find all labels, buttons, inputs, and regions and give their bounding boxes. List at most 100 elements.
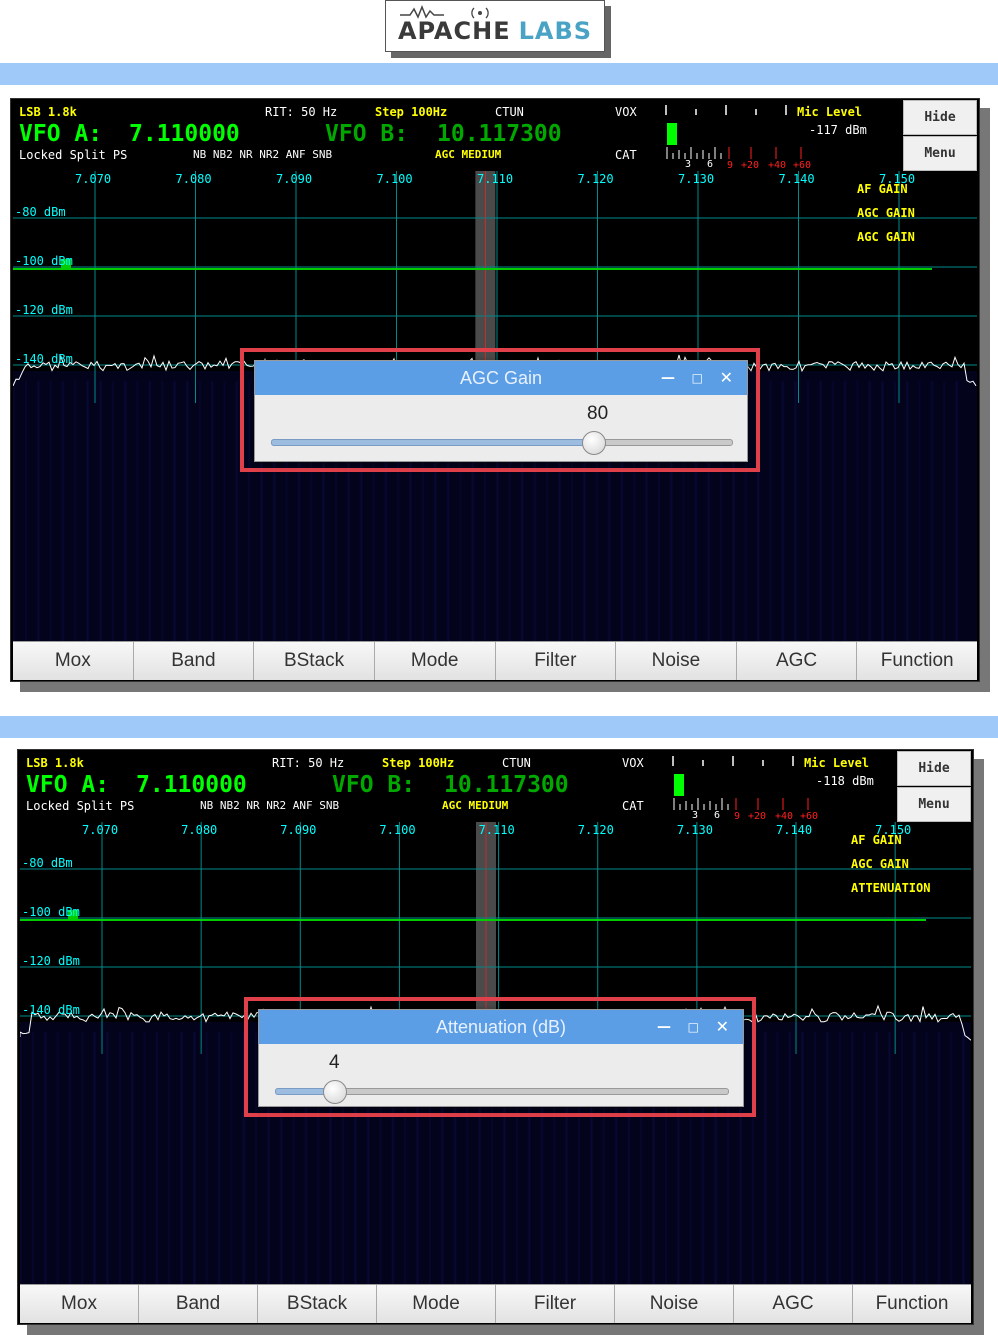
waterfall-streak: [94, 1032, 97, 1284]
logo-brand: APACHE: [397, 17, 511, 45]
close-icon[interactable]: ✕: [720, 361, 733, 395]
freq-label: 7.090: [280, 823, 316, 837]
waterfall-streak: [876, 1032, 879, 1284]
agc-button[interactable]: AGC: [734, 1285, 853, 1323]
close-icon[interactable]: ✕: [716, 1010, 729, 1044]
function-button[interactable]: Function: [857, 642, 977, 680]
waterfall-streak: [186, 381, 189, 641]
overlay-label: AGC GAIN: [857, 230, 915, 244]
freq-label: 7.100: [379, 823, 415, 837]
waterfall-streak: [795, 381, 798, 641]
sdr-panel-agc-gain: LSB 1.8k RIT: 50 Hz Step 100Hz CTUN VOX …: [10, 98, 980, 682]
db-label: -80 dBm: [15, 205, 66, 219]
waterfall-streak: [24, 381, 27, 641]
waterfall-streak: [218, 1032, 221, 1284]
dialog-title-bar[interactable]: AGC Gain — □ ✕: [255, 361, 747, 395]
db-label: -120 dBm: [22, 954, 80, 968]
hide-button[interactable]: Hide: [897, 751, 971, 786]
freq-label: 7.110: [477, 172, 513, 186]
waterfall-streak: [893, 381, 896, 641]
meter-scale-6: 6: [714, 810, 721, 821]
filter-button[interactable]: Filter: [496, 1285, 615, 1323]
waterfall-streak: [782, 381, 785, 641]
minimize-icon[interactable]: —: [661, 361, 675, 395]
bstack-button[interactable]: BStack: [254, 642, 375, 680]
waterfall-streak: [161, 381, 164, 641]
signal-wave-icon: [400, 5, 489, 19]
meter-scale-3: 3: [685, 159, 692, 170]
waterfall-streak: [131, 1032, 134, 1284]
separator-bar-top: [0, 63, 998, 85]
hide-button[interactable]: Hide: [903, 100, 977, 135]
slider-value: 80: [587, 403, 609, 424]
mox-button[interactable]: Mox: [13, 642, 134, 680]
waterfall-streak: [31, 1032, 34, 1284]
waterfall-streak: [776, 1032, 779, 1284]
waterfall-streak: [900, 1032, 903, 1284]
waterfall-streak: [956, 381, 959, 641]
waterfall-streak: [789, 1032, 792, 1284]
mode-button[interactable]: Mode: [374, 642, 496, 680]
waterfall-streak: [913, 1032, 916, 1284]
mox-button[interactable]: Mox: [20, 1285, 139, 1323]
filter-button[interactable]: Filter: [495, 642, 617, 680]
slider-handle[interactable]: [322, 1080, 347, 1104]
slider-dialog: Attenuation (dB) — □ ✕ 4: [258, 1009, 744, 1107]
waterfall-streak: [62, 381, 65, 641]
noise-button[interactable]: Noise: [615, 1285, 734, 1323]
slider-fill: [271, 439, 595, 446]
waterfall-streak: [814, 1032, 816, 1284]
noise-button[interactable]: Noise: [616, 642, 737, 680]
waterfall-streak: [74, 381, 77, 641]
mic-level-bar: [674, 774, 684, 796]
waterfall-streak: [851, 1032, 854, 1284]
waterfall-streak: [143, 1032, 146, 1284]
bstack-button[interactable]: BStack: [258, 1285, 377, 1323]
waterfall-streak: [181, 1032, 183, 1284]
meter-scale-6: 6: [707, 159, 714, 170]
slider-value: 4: [329, 1052, 340, 1073]
maximize-icon[interactable]: □: [688, 1010, 699, 1044]
overlay-label: ATTENUATION: [851, 881, 930, 895]
function-button[interactable]: Function: [853, 1285, 971, 1323]
menu-button[interactable]: Menu: [897, 787, 971, 822]
freq-label: 7.090: [276, 172, 312, 186]
freq-label: 7.100: [377, 172, 413, 186]
agc-button[interactable]: AGC: [736, 642, 858, 680]
waterfall-streak: [174, 381, 176, 641]
overlay-label: AGC GAIN: [851, 857, 909, 871]
meter-scale-plus40: +40: [768, 160, 787, 171]
overlay-label: AF GAIN: [851, 833, 902, 847]
waterfall-streak: [807, 381, 809, 641]
waterfall-streak: [13, 381, 15, 641]
waterfall-streak: [198, 381, 201, 641]
waterfall-streak: [20, 1032, 22, 1284]
overlay-label: AF GAIN: [857, 182, 908, 196]
db-label: -140 dBm: [22, 1003, 80, 1017]
mode-button[interactable]: Mode: [377, 1285, 496, 1323]
minimize-icon[interactable]: —: [657, 1010, 671, 1044]
maximize-icon[interactable]: □: [692, 361, 703, 395]
sdr-panel-attenuation: LSB 1.8k RIT: 50 Hz Step 100Hz CTUN VOX …: [17, 749, 974, 1325]
waterfall-streak: [168, 1032, 171, 1284]
freq-label: 7.140: [776, 823, 812, 837]
menu-button[interactable]: Menu: [903, 136, 977, 171]
waterfall-streak: [56, 1032, 59, 1284]
waterfall-streak: [118, 1032, 121, 1284]
slider-handle[interactable]: [582, 431, 606, 455]
waterfall-streak: [69, 1032, 72, 1284]
band-button[interactable]: Band: [139, 1285, 258, 1323]
freq-label: 7.130: [677, 823, 713, 837]
waterfall-streak: [156, 1032, 159, 1284]
dialog-title-bar[interactable]: Attenuation (dB) — □ ✕: [259, 1010, 743, 1044]
waterfall-streak: [205, 1032, 208, 1284]
db-label: -120 dBm: [15, 303, 73, 317]
waterfall-streak: [223, 381, 226, 641]
waterfall-streak: [81, 1032, 84, 1284]
waterfall-streak: [236, 381, 239, 641]
waterfall-streak: [149, 381, 152, 641]
freq-label: 7.140: [779, 172, 815, 186]
waterfall-streak: [918, 381, 921, 641]
band-button[interactable]: Band: [133, 642, 255, 680]
freq-label: 7.070: [75, 172, 111, 186]
